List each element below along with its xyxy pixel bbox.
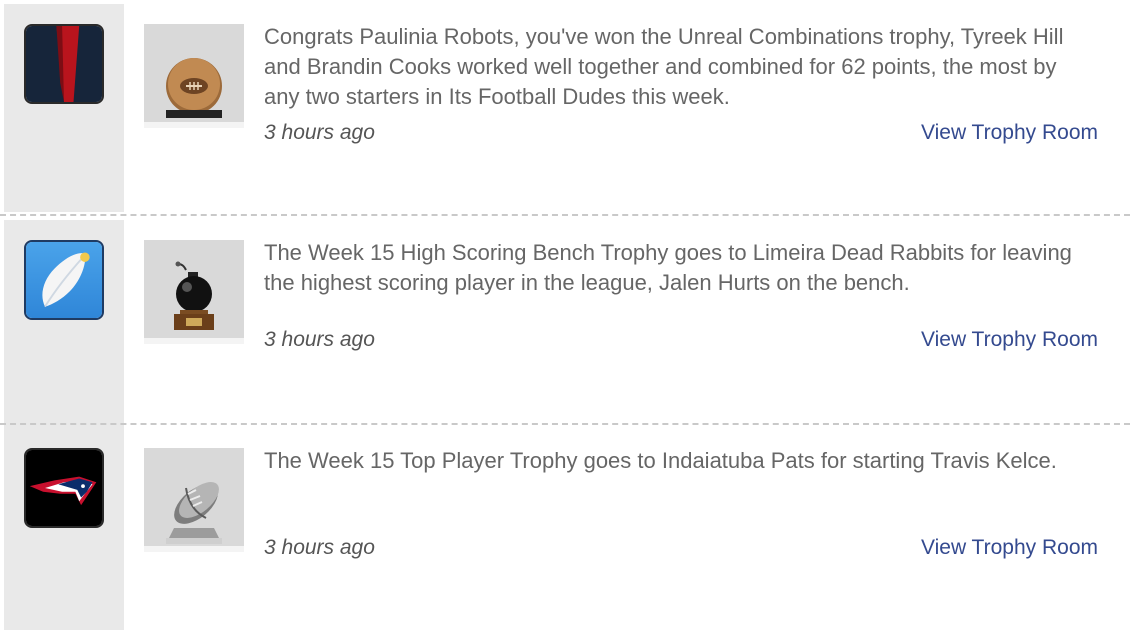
divider <box>0 214 1130 216</box>
feed-item: The Week 15 High Scoring Bench Trophy go… <box>0 220 1130 428</box>
view-trophy-room-link[interactable]: View Trophy Room <box>921 535 1098 561</box>
timestamp: 3 hours ago <box>264 328 375 351</box>
view-trophy-room-link[interactable]: View Trophy Room <box>921 120 1098 146</box>
football-trophy-icon <box>144 24 244 128</box>
divider <box>0 423 1130 425</box>
timestamp: 3 hours ago <box>264 121 375 144</box>
feed-item: Congrats Paulinia Robots, you've won the… <box>0 4 1130 212</box>
bomb-trophy-icon <box>144 240 244 344</box>
feed-item: The Week 15 Top Player Trophy goes to In… <box>0 428 1130 630</box>
patriots-team-logo-icon[interactable] <box>24 448 104 528</box>
trophy-message: The Week 15 High Scoring Bench Trophy go… <box>264 240 1072 295</box>
trophy-message: The Week 15 Top Player Trophy goes to In… <box>264 448 1057 473</box>
trophy-message: Congrats Paulinia Robots, you've won the… <box>264 24 1064 109</box>
red-stripe-team-logo-icon[interactable] <box>24 24 104 104</box>
timestamp: 3 hours ago <box>264 536 375 559</box>
view-trophy-room-link[interactable]: View Trophy Room <box>921 327 1098 353</box>
trophy-feed: Congrats Paulinia Robots, you've won the… <box>0 0 1130 630</box>
silver-football-trophy-icon <box>144 448 244 552</box>
feather-team-logo-icon[interactable] <box>24 240 104 320</box>
